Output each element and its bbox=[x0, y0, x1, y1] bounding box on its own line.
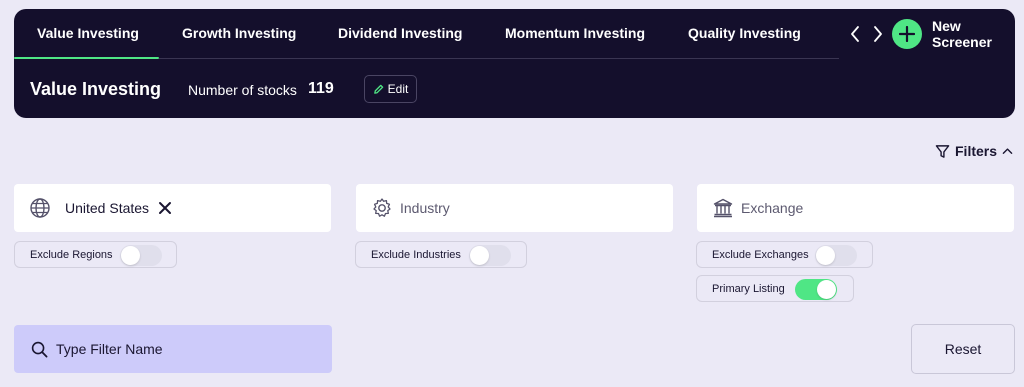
exchange-filter[interactable]: Exchange bbox=[697, 184, 1014, 232]
industry-filter-placeholder: Industry bbox=[400, 200, 450, 216]
primary-listing-toggle[interactable] bbox=[795, 279, 837, 300]
tab-dividend-investing[interactable]: Dividend Investing bbox=[338, 25, 462, 41]
gear-icon bbox=[373, 198, 391, 217]
globe-icon bbox=[30, 198, 50, 218]
filters-toggle[interactable]: Filters bbox=[935, 143, 1013, 159]
exclude-industries-toggle[interactable] bbox=[469, 245, 511, 266]
new-screener-label-line1: New bbox=[932, 18, 961, 34]
edit-button-label: Edit bbox=[387, 82, 409, 96]
screener-title: Value Investing bbox=[30, 79, 162, 99]
search-icon bbox=[31, 341, 48, 358]
exclude-regions-label: Exclude Regions bbox=[30, 249, 113, 261]
tab-value-investing[interactable]: Value Investing bbox=[37, 25, 139, 41]
screener-header-panel: Value Investing Growth Investing Dividen… bbox=[14, 9, 1015, 118]
stocks-count-label: Number of stocks bbox=[188, 82, 297, 98]
tab-growth-investing[interactable]: Growth Investing bbox=[182, 25, 296, 41]
exclude-industries-option: Exclude Industries bbox=[355, 241, 527, 268]
new-screener-button[interactable] bbox=[892, 19, 922, 49]
reset-button[interactable]: Reset bbox=[911, 324, 1015, 374]
edit-button[interactable]: Edit bbox=[364, 75, 417, 103]
tab-quality-investing[interactable]: Quality Investing bbox=[688, 25, 801, 41]
exclude-exchanges-toggle[interactable] bbox=[815, 245, 857, 266]
primary-listing-option: Primary Listing bbox=[696, 275, 854, 302]
chevron-right-icon[interactable] bbox=[871, 23, 885, 45]
tab-divider bbox=[159, 58, 839, 59]
funnel-icon bbox=[935, 144, 950, 158]
stocks-count-value: 119 bbox=[308, 80, 334, 97]
industry-filter[interactable]: Industry bbox=[356, 184, 673, 232]
filters-label: Filters bbox=[955, 143, 998, 159]
plus-icon bbox=[899, 26, 915, 42]
region-filter-value: United States bbox=[65, 200, 150, 216]
exclude-exchanges-label: Exclude Exchanges bbox=[712, 249, 809, 261]
chevron-left-icon[interactable] bbox=[848, 23, 862, 45]
filter-search-input[interactable]: Type Filter Name bbox=[14, 325, 332, 373]
region-filter[interactable]: United States bbox=[14, 184, 331, 232]
exclude-regions-toggle[interactable] bbox=[120, 245, 162, 266]
primary-listing-label: Primary Listing bbox=[712, 283, 785, 295]
bank-icon bbox=[713, 198, 733, 218]
new-screener-label[interactable]: New Screener bbox=[932, 18, 992, 50]
tab-momentum-investing[interactable]: Momentum Investing bbox=[505, 25, 645, 41]
exclude-exchanges-option: Exclude Exchanges bbox=[696, 241, 873, 268]
filter-search-placeholder: Type Filter Name bbox=[56, 341, 163, 357]
exclude-regions-option: Exclude Regions bbox=[14, 241, 177, 268]
new-screener-label-line2: Screener bbox=[932, 34, 992, 50]
pencil-icon bbox=[373, 84, 383, 94]
active-tab-indicator bbox=[14, 57, 159, 59]
chevron-up-icon bbox=[1002, 148, 1013, 154]
exchange-filter-placeholder: Exchange bbox=[741, 200, 804, 216]
close-icon[interactable] bbox=[158, 201, 172, 215]
exclude-industries-label: Exclude Industries bbox=[371, 249, 461, 261]
